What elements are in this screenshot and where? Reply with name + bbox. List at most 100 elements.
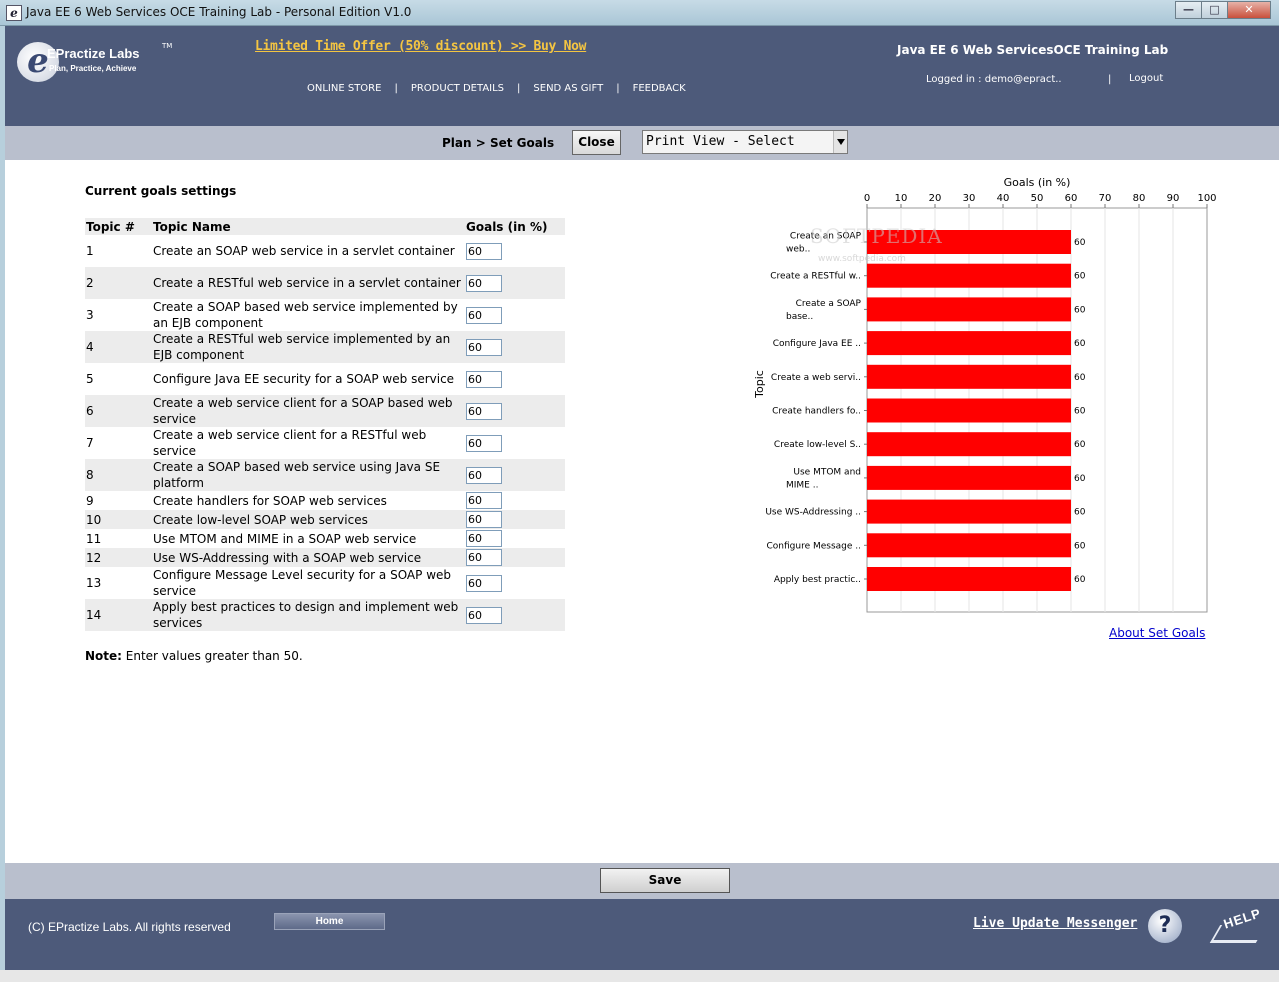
topic-number: 12 xyxy=(85,548,153,567)
nav-send-as-gift[interactable]: SEND AS GIFT xyxy=(533,83,603,94)
topic-name: Configure Java EE security for a SOAP we… xyxy=(153,363,466,395)
y-axis-label: Topic xyxy=(753,370,766,399)
print-view-value: Print View - Select xyxy=(646,134,795,149)
table-row: 4 Create a RESTful web service implemente… xyxy=(85,331,565,363)
bar xyxy=(867,567,1071,591)
goal-input[interactable] xyxy=(466,338,502,356)
topic-name: Create a RESTful web service in a servle… xyxy=(153,267,466,299)
goal-input[interactable] xyxy=(466,434,502,452)
bar xyxy=(867,533,1071,558)
lab-title: Java EE 6 Web ServicesOCE Training Lab xyxy=(897,43,1169,57)
topic-name: Create a web service client for a RESTfu… xyxy=(153,427,466,459)
help-book-pages xyxy=(1209,925,1267,943)
watermark-url: www.softpedia.com xyxy=(818,254,906,264)
topic-number: 6 xyxy=(85,395,153,427)
goal-cell xyxy=(466,491,565,510)
x-tick-label: 80 xyxy=(1133,193,1146,204)
goal-cell xyxy=(466,267,565,299)
save-button[interactable]: Save xyxy=(600,868,730,893)
nav-feedback[interactable]: FEEDBACK xyxy=(633,83,686,94)
table-row: 3 Create a SOAP based web service impleme… xyxy=(85,299,565,331)
window-title: Java EE 6 Web Services OCE Training Lab … xyxy=(26,5,412,19)
x-tick-label: 50 xyxy=(1031,193,1044,204)
help-question-icon[interactable]: ? xyxy=(1148,909,1182,943)
topic-number: 14 xyxy=(85,599,153,631)
topic-name: Use MTOM and MIME in a SOAP web service xyxy=(153,529,466,548)
x-tick-label: 100 xyxy=(1197,193,1216,204)
y-category-label: Use WS-Addressing .. xyxy=(765,508,861,518)
goal-input[interactable] xyxy=(466,606,502,624)
app-icon: e xyxy=(6,5,22,21)
goal-input[interactable] xyxy=(466,549,502,566)
goal-cell xyxy=(466,235,565,267)
topic-number: 11 xyxy=(85,529,153,548)
topic-number: 4 xyxy=(85,331,153,363)
goal-cell xyxy=(466,395,565,427)
goal-input[interactable] xyxy=(466,402,502,420)
maximize-button[interactable]: □ xyxy=(1201,1,1228,19)
bar-value-label: 60 xyxy=(1074,440,1086,450)
title-bar: e Java EE 6 Web Services OCE Training La… xyxy=(0,0,1279,26)
goal-input[interactable] xyxy=(466,370,502,388)
nav-product-details[interactable]: PRODUCT DETAILS xyxy=(411,83,504,94)
bar-value-label: 60 xyxy=(1074,407,1086,417)
x-tick-label: 90 xyxy=(1167,193,1180,204)
goal-input[interactable] xyxy=(466,492,502,509)
bar xyxy=(867,364,1071,389)
topic-name: Configure Message Level security for a S… xyxy=(153,567,466,599)
logo-tagline: Plan, Practice, Achieve xyxy=(49,64,137,73)
bar-value-label: 60 xyxy=(1074,541,1086,551)
x-tick-label: 60 xyxy=(1065,193,1078,204)
topic-name: Create a SOAP based web service using Ja… xyxy=(153,459,466,491)
chevron-down-icon[interactable] xyxy=(833,131,847,153)
topic-number: 2 xyxy=(85,267,153,299)
topic-number: 3 xyxy=(85,299,153,331)
goal-input[interactable] xyxy=(466,511,502,528)
live-update-messenger-link[interactable]: Live Update Messenger xyxy=(973,916,1137,931)
goal-input[interactable] xyxy=(466,274,502,292)
goal-cell xyxy=(466,331,565,363)
minimize-button[interactable]: — xyxy=(1175,1,1202,19)
y-category-label: Configure Message .. xyxy=(766,541,861,551)
table-row: 9 Create handlers for SOAP web services xyxy=(85,491,565,510)
close-window-button[interactable]: ✕ xyxy=(1227,1,1271,19)
table-row: 11 Use MTOM and MIME in a SOAP web servic… xyxy=(85,529,565,548)
logged-in-user: Logged in : demo@epract.. xyxy=(926,74,1062,85)
logout-link[interactable]: Logout xyxy=(1129,73,1163,84)
goal-input[interactable] xyxy=(466,530,502,547)
bar-value-label: 60 xyxy=(1074,339,1086,349)
topic-number: 5 xyxy=(85,363,153,395)
note-body: Enter values greater than 50. xyxy=(121,649,303,663)
help-book-icon[interactable]: HELP xyxy=(1209,905,1267,947)
goal-cell xyxy=(466,363,565,395)
goal-input[interactable] xyxy=(466,574,502,592)
y-category-label: Configure Java EE .. xyxy=(773,339,861,349)
topic-name: Apply best practices to design and imple… xyxy=(153,599,466,631)
table-row: 10 Create low-level SOAP web services xyxy=(85,510,565,529)
limited-offer-link[interactable]: Limited Time Offer (50% discount) >> Buy… xyxy=(255,39,586,54)
table-row: 1 Create an SOAP web service in a servlet… xyxy=(85,235,565,267)
topic-number: 10 xyxy=(85,510,153,529)
goal-cell xyxy=(466,510,565,529)
goal-cell xyxy=(466,299,565,331)
close-button[interactable]: Close xyxy=(572,130,621,155)
y-category-label: web.. xyxy=(786,245,810,255)
goal-input[interactable] xyxy=(466,306,502,324)
chart-title: Goals (in %) xyxy=(1004,176,1071,189)
topic-name: Create low-level SOAP web services xyxy=(153,510,466,529)
goal-input[interactable] xyxy=(466,242,502,260)
nav-online-store[interactable]: ONLINE STORE xyxy=(307,83,381,94)
top-navigation: ONLINE STORE | PRODUCT DETAILS | SEND AS… xyxy=(307,83,686,94)
column-header-goals: Goals (in %) xyxy=(466,218,565,235)
bar xyxy=(867,297,1071,322)
x-tick-label: 0 xyxy=(864,193,870,204)
goal-cell xyxy=(466,548,565,567)
about-set-goals-link[interactable]: About Set Goals xyxy=(1109,626,1205,640)
home-button[interactable]: Home xyxy=(274,913,385,930)
goal-cell xyxy=(466,459,565,491)
goal-input[interactable] xyxy=(466,466,502,484)
topic-name: Use WS-Addressing with a SOAP web servic… xyxy=(153,548,466,567)
save-bar: Save xyxy=(5,863,1279,899)
print-view-select[interactable]: Print View - Select xyxy=(642,130,848,154)
nav-separator: | xyxy=(394,83,398,94)
